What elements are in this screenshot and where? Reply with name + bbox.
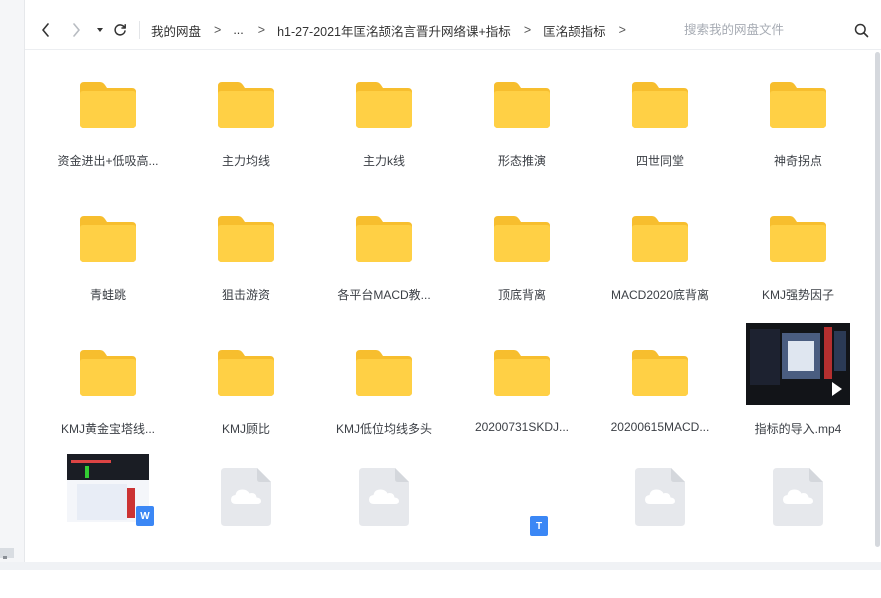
file-thumbnail — [219, 466, 273, 528]
scrollbar-thumb[interactable] — [875, 52, 880, 547]
file-name: MACD2020底背离 — [610, 288, 710, 302]
file-item[interactable]: KMJ顾比 — [186, 344, 306, 478]
file-thumbnail — [354, 80, 414, 130]
file-name: 各平台MACD教... — [337, 288, 431, 302]
file-name: 神奇拐点 — [773, 154, 822, 168]
file-thumbnail — [216, 348, 276, 398]
file-item[interactable]: 顶底背离 — [462, 210, 582, 344]
file-item[interactable]: T — [462, 464, 582, 598]
file-thumbnail — [216, 214, 276, 264]
folder-icon — [356, 216, 412, 262]
file-name: 狙击游资 — [221, 288, 270, 302]
folder-icon — [632, 82, 688, 128]
file-item[interactable]: 神奇拐点 — [738, 76, 858, 210]
file-thumbnail — [746, 323, 850, 405]
file-item[interactable] — [324, 464, 444, 598]
file-thumbnail — [492, 214, 552, 264]
file-thumbnail — [630, 80, 690, 130]
file-thumbnail: W — [67, 454, 154, 526]
file-thumbnail — [354, 348, 414, 398]
file-thumbnail — [633, 466, 687, 528]
folder-icon — [80, 350, 136, 396]
word-file-icon: W — [136, 506, 154, 526]
file-item[interactable]: MACD2020底背离 — [600, 210, 720, 344]
text-file-icon: T — [530, 516, 548, 536]
file-thumbnail — [630, 214, 690, 264]
file-thumbnail — [630, 348, 690, 398]
file-item[interactable]: 主力均线 — [186, 76, 306, 210]
file-item[interactable]: W — [48, 454, 168, 598]
file-thumbnail — [771, 466, 825, 528]
folder-icon — [494, 216, 550, 262]
scrollbar[interactable] — [873, 50, 881, 550]
file-thumbnail — [354, 214, 414, 264]
file-name: KMJ低位均线多头 — [335, 422, 432, 436]
file-name: 顶底背离 — [497, 288, 546, 302]
file-thumbnail — [216, 80, 276, 130]
folder-icon — [632, 216, 688, 262]
file-name: 20200731SKDJ... — [474, 420, 570, 434]
horizontal-scroll-track — [0, 562, 881, 570]
file-item[interactable] — [738, 464, 858, 598]
file-thumbnail — [768, 80, 828, 130]
folder-icon — [632, 350, 688, 396]
cloud-file-icon — [221, 468, 271, 526]
file-item[interactable]: 指标的导入.mp4 — [738, 323, 858, 478]
folder-icon — [494, 350, 550, 396]
file-item[interactable]: 20200615MACD... — [600, 344, 720, 478]
file-name: 形态推演 — [497, 154, 546, 168]
folder-icon — [494, 82, 550, 128]
file-name: 资金进出+低吸高... — [57, 154, 159, 168]
file-item[interactable]: KMJ低位均线多头 — [324, 344, 444, 478]
cloud-file-icon — [359, 468, 409, 526]
file-name: KMJ顾比 — [221, 422, 270, 436]
folder-icon — [770, 216, 826, 262]
video-thumbnail-icon — [746, 323, 850, 405]
file-thumbnail — [357, 466, 411, 528]
file-item[interactable] — [600, 464, 720, 598]
file-name: KMJ强势因子 — [761, 288, 834, 302]
file-thumbnail — [78, 348, 138, 398]
file-thumbnail — [768, 214, 828, 264]
file-name: KMJ黄金宝塔线... — [60, 422, 155, 436]
play-icon — [832, 382, 842, 396]
file-grid: 资金进出+低吸高... 主力均线 主力k线 形态推演 四世同堂 神奇拐点青蛙跳 狙击游资 各平… — [0, 0, 881, 570]
file-item[interactable]: 四世同堂 — [600, 76, 720, 210]
folder-icon — [356, 82, 412, 128]
file-thumbnail — [78, 214, 138, 264]
file-item[interactable]: 狙击游资 — [186, 210, 306, 344]
file-thumbnail — [492, 348, 552, 398]
file-item[interactable] — [186, 464, 306, 598]
file-name: 四世同堂 — [635, 154, 684, 168]
file-item[interactable]: 青蛙跳 — [48, 210, 168, 344]
cloud-file-icon — [635, 468, 685, 526]
folder-icon — [80, 216, 136, 262]
folder-icon — [80, 82, 136, 128]
cloud-file-icon — [773, 468, 823, 526]
folder-icon — [356, 350, 412, 396]
file-item[interactable]: 形态推演 — [462, 76, 582, 210]
file-name: 主力k线 — [362, 154, 405, 168]
file-thumbnail — [492, 80, 552, 130]
folder-icon — [218, 350, 274, 396]
file-item[interactable]: 20200731SKDJ... — [462, 344, 582, 478]
folder-icon — [218, 216, 274, 262]
file-item[interactable]: 各平台MACD教... — [324, 210, 444, 344]
file-name: 青蛙跳 — [89, 288, 126, 302]
file-thumbnail: T — [492, 468, 552, 536]
folder-icon — [218, 82, 274, 128]
file-item[interactable]: 主力k线 — [324, 76, 444, 210]
file-item[interactable]: 资金进出+低吸高... — [48, 76, 168, 210]
file-name: 20200615MACD... — [610, 420, 710, 434]
file-name: 指标的导入.mp4 — [754, 422, 842, 436]
folder-icon — [770, 82, 826, 128]
file-name: 主力均线 — [221, 154, 270, 168]
file-thumbnail — [78, 80, 138, 130]
